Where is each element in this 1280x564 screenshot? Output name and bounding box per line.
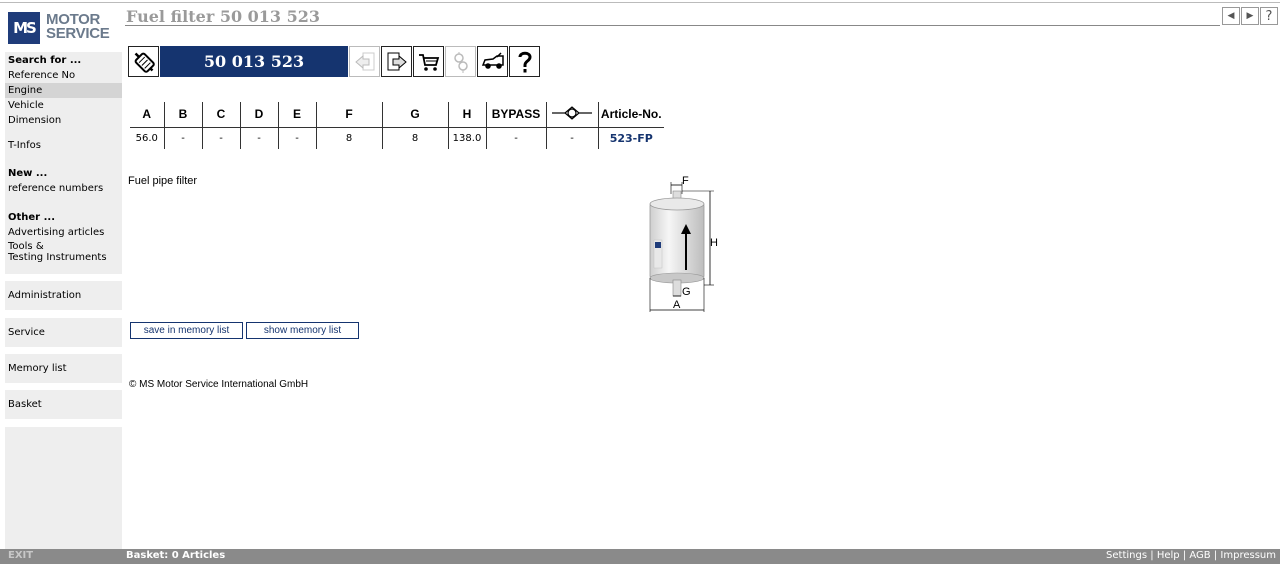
value-article-no[interactable]: 523-FP xyxy=(598,127,664,149)
next-page-button[interactable]: ▶ xyxy=(1241,7,1259,25)
col-header-a: A xyxy=(130,102,165,128)
engine-button[interactable] xyxy=(445,46,476,77)
save-in-memory-list-button[interactable]: save in memory list xyxy=(130,322,243,339)
help-toolbar-button[interactable] xyxy=(509,46,540,77)
forward-icon xyxy=(387,52,407,70)
settings-link[interactable]: Settings xyxy=(1106,550,1147,561)
vehicle-button[interactable] xyxy=(477,46,508,77)
value-f: 8 xyxy=(316,127,383,149)
label-h: H xyxy=(710,237,718,249)
page-title: Fuel filter 50 013 523 xyxy=(126,7,321,26)
help-link[interactable]: Help xyxy=(1157,550,1180,561)
label-g: G xyxy=(682,286,691,298)
sidebar-item-memory-list[interactable]: Memory list xyxy=(5,354,122,383)
exit-link[interactable]: EXIT xyxy=(8,549,33,563)
col-header-h: H xyxy=(448,102,487,128)
prev-page-button[interactable]: ◀ xyxy=(1222,7,1240,25)
check-valve-icon xyxy=(552,105,592,120)
sidebar-filler xyxy=(5,427,122,549)
question-icon: ? xyxy=(1265,8,1273,24)
other-heading: Other ... xyxy=(8,212,55,223)
page-nav: ◀ ▶ ? xyxy=(1222,7,1278,25)
dimension-table: A B C D E F G H BYPASS Article-No. 56.0 … xyxy=(130,102,664,149)
label-f: F xyxy=(682,175,689,187)
value-a: 56.0 xyxy=(130,127,165,149)
add-to-cart-button[interactable] xyxy=(413,46,444,77)
sidebar-item-advertising[interactable]: Advertising articles xyxy=(5,225,122,240)
logo-text: MOTOR SERVICE xyxy=(46,11,110,42)
motor-service-logo[interactable]: MS MOTOR SERVICE xyxy=(8,12,112,46)
impressum-link[interactable]: Impressum xyxy=(1220,550,1276,561)
col-header-valve xyxy=(546,102,599,128)
value-h: 138.0 xyxy=(448,127,487,149)
basket-status: Basket: 0 Articles xyxy=(126,550,226,561)
copyright-notice: © MS Motor Service International GmbH xyxy=(129,379,309,390)
article-number-display: 50 013 523 xyxy=(160,46,348,77)
new-heading: New ... xyxy=(8,168,48,179)
col-header-f: F xyxy=(316,102,383,128)
cart-icon xyxy=(418,53,439,71)
forward-button[interactable] xyxy=(381,46,412,77)
value-valve: - xyxy=(546,127,599,149)
label-a: A xyxy=(673,299,681,311)
sidebar-nav: Search for ... Reference No Engine Vehic… xyxy=(5,52,122,274)
sidebar-item-tools[interactable]: Tools & Testing Instruments xyxy=(5,240,122,264)
sidebar-item-administration[interactable]: Administration xyxy=(5,281,122,310)
col-header-d: D xyxy=(240,102,279,128)
chevron-right-icon: ▶ xyxy=(1246,11,1254,21)
filter-dimension-diagram: F H G A xyxy=(649,175,718,312)
top-border xyxy=(0,2,1280,3)
dimension-header-row: A B C D E F G H BYPASS Article-No. xyxy=(130,102,664,128)
col-header-c: C xyxy=(202,102,241,128)
agb-link[interactable]: AGB xyxy=(1189,550,1210,561)
vehicle-icon xyxy=(481,51,504,69)
col-header-e: E xyxy=(278,102,317,128)
engine-icon xyxy=(453,51,468,73)
sidebar-item-vehicle[interactable]: Vehicle xyxy=(5,98,122,113)
status-bar: EXIT Basket: 0 Articles Settings | Help … xyxy=(0,549,1280,564)
footer-links: Settings | Help | AGB | Impressum xyxy=(1106,550,1276,561)
help-icon xyxy=(518,51,532,72)
sidebar-item-tinfos[interactable]: T-Infos xyxy=(5,138,122,153)
chevron-left-icon: ◀ xyxy=(1227,11,1235,21)
sidebar-item-reference-numbers[interactable]: reference numbers xyxy=(5,181,122,196)
col-header-bypass: BYPASS xyxy=(486,102,547,128)
value-c: - xyxy=(202,127,241,149)
sidebar-item-service[interactable]: Service xyxy=(5,318,122,347)
value-b: - xyxy=(164,127,203,149)
sidebar-item-engine[interactable]: Engine xyxy=(5,83,122,98)
filter-icon xyxy=(134,52,155,73)
value-d: - xyxy=(240,127,279,149)
value-e: - xyxy=(278,127,317,149)
sidebar-item-basket[interactable]: Basket xyxy=(5,390,122,419)
article-no-link[interactable]: 523-FP xyxy=(610,132,653,145)
sidebar: MS MOTOR SERVICE Search for ... Referenc… xyxy=(0,3,122,549)
search-heading: Search for ... xyxy=(8,55,82,66)
back-icon xyxy=(354,52,374,70)
help-button[interactable]: ? xyxy=(1260,7,1278,25)
col-header-g: G xyxy=(382,102,449,128)
col-header-b: B xyxy=(164,102,203,128)
sidebar-item-reference-no[interactable]: Reference No xyxy=(5,68,122,83)
value-bypass: - xyxy=(486,127,547,149)
product-description: Fuel pipe filter xyxy=(128,175,198,187)
sidebar-item-dimension[interactable]: Dimension xyxy=(5,113,122,128)
filter-button[interactable] xyxy=(128,46,159,77)
col-header-article-no: Article-No. xyxy=(598,102,664,128)
title-divider xyxy=(125,25,1220,26)
dimension-value-row: 56.0 - - - - 8 8 138.0 - - 523-FP xyxy=(130,127,664,149)
value-g: 8 xyxy=(382,127,449,149)
show-memory-list-button[interactable]: show memory list xyxy=(246,322,359,339)
back-button[interactable] xyxy=(349,46,380,77)
logo-mark: MS xyxy=(8,12,40,44)
